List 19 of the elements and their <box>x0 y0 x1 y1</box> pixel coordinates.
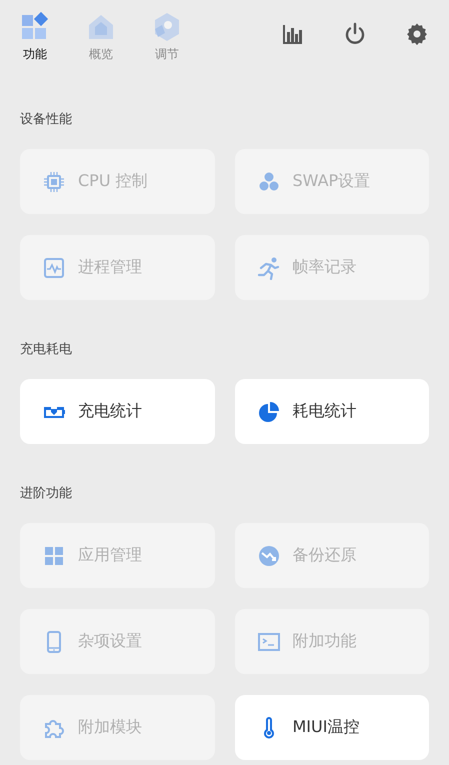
pulse-icon <box>42 256 66 280</box>
section-title: 充电耗电 <box>20 342 73 358</box>
pie-chart-icon <box>256 400 280 424</box>
nav-tab[interactable]: 功能 <box>20 11 50 61</box>
feature-card[interactable]: 充电统计 <box>20 379 214 444</box>
feature-card[interactable]: 耗电统计 <box>234 379 429 444</box>
settings-icon[interactable] <box>405 22 429 46</box>
nav-tab[interactable]: 调节 <box>152 11 182 61</box>
runner-icon <box>256 256 280 280</box>
feature-card[interactable]: MIUI温控 <box>234 695 429 760</box>
trend-down-icon <box>256 544 280 568</box>
power-icon[interactable] <box>343 22 367 46</box>
hexagon-icon <box>152 11 182 43</box>
nav-tab[interactable]: 概览 <box>86 11 116 61</box>
bar-chart-icon[interactable] <box>281 22 305 46</box>
hexagons-icon <box>256 170 280 194</box>
section-title: 设备性能 <box>20 112 73 128</box>
section-title: 进阶功能 <box>20 486 73 502</box>
chip-icon <box>42 170 66 194</box>
